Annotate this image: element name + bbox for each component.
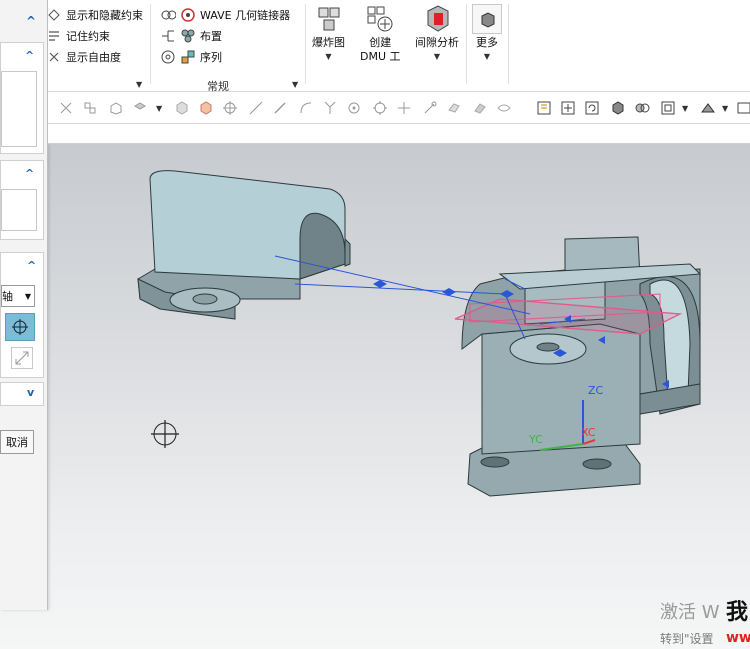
face-point-icon[interactable] xyxy=(446,100,462,116)
shaded-cube-icon[interactable] xyxy=(610,100,626,116)
assembly-scene xyxy=(137,170,702,497)
crosshair-icon[interactable] xyxy=(396,100,412,116)
activation-watermark-sub: 转到"设置 xyxy=(660,632,714,646)
clearance-analysis-dropdown-icon: ▼ xyxy=(433,52,441,61)
cancel-button[interactable]: 取消 xyxy=(0,430,34,454)
bearing-base-part xyxy=(454,236,702,497)
wave-linker-item[interactable]: WAVE 几何链接器 xyxy=(160,6,290,24)
section-view-icon[interactable] xyxy=(700,100,716,116)
ribbon-divider xyxy=(305,4,306,84)
cube-filter-icon[interactable] xyxy=(174,100,190,116)
graphics-viewport[interactable]: ZC YC XC xyxy=(0,144,750,649)
more-icon xyxy=(472,4,502,34)
arrange-item[interactable]: 布置 xyxy=(160,27,222,45)
create-dmu-label-2: DMU 工 xyxy=(360,50,401,63)
tab-strip xyxy=(0,124,750,144)
show-dof-item[interactable]: 显示自由度 xyxy=(46,48,121,66)
rotate-view-icon[interactable] xyxy=(584,100,600,116)
clearance-analysis-label: 间隙分析 xyxy=(415,36,459,49)
snap-point-icon[interactable] xyxy=(58,100,74,116)
show-dof-label: 显示自由度 xyxy=(66,51,121,64)
dof-icon xyxy=(46,49,62,65)
exploded-view-button[interactable]: 爆炸图 ▼ xyxy=(312,4,345,64)
show-hide-constraints-item[interactable]: 显示和隐藏约束 xyxy=(46,6,143,24)
remember-constraints-item[interactable]: 记住约束 xyxy=(46,27,110,45)
section-dropdown-icon[interactable]: ▼ xyxy=(722,104,728,113)
layer-icon[interactable] xyxy=(736,100,750,116)
view-dropdown-icon[interactable]: ▼ xyxy=(682,104,688,113)
create-dmu-button[interactable]: 创建 DMU 工 xyxy=(360,4,401,64)
bearing-cap-part xyxy=(137,170,351,320)
selection-toolbar: ▼ ▼ ▼ xyxy=(0,92,750,124)
component-filter-icon[interactable] xyxy=(82,100,98,116)
zoom-window-icon[interactable] xyxy=(660,100,676,116)
zc-axis-label: ZC xyxy=(588,384,604,397)
constraint-visibility-icon xyxy=(46,7,62,23)
point-target-icon[interactable] xyxy=(222,100,238,116)
wave-geometry-icon xyxy=(180,7,196,23)
wave-linker-icon xyxy=(160,7,176,23)
exploded-view-icon xyxy=(314,4,344,34)
ribbon-divider xyxy=(150,4,151,84)
line-icon[interactable] xyxy=(248,100,264,116)
remember-constraints-label: 记住约束 xyxy=(66,30,110,43)
line-diagonal-icon[interactable] xyxy=(272,100,288,116)
more-dropdown-icon: ▼ xyxy=(483,52,491,61)
constraint-dialog xyxy=(0,144,48,610)
more-label: 更多 xyxy=(476,36,498,49)
quadrant-point-icon[interactable] xyxy=(372,100,388,116)
brand-watermark: 我 xyxy=(726,600,749,625)
face-filter-icon[interactable] xyxy=(132,100,148,116)
ribbon-divider xyxy=(466,4,467,84)
circle-point-icon[interactable] xyxy=(346,100,362,116)
arrange-icon xyxy=(180,28,196,44)
arrange-left-icon xyxy=(160,28,176,44)
eye-icon[interactable] xyxy=(496,100,512,116)
render-style-icon[interactable] xyxy=(634,100,650,116)
filter-dropdown-icon[interactable]: ▼ xyxy=(156,104,162,113)
ribbon-divider xyxy=(508,4,509,84)
xc-axis-label: XC xyxy=(581,426,596,439)
surface-point-icon[interactable] xyxy=(472,100,488,116)
brand-watermark-url: ww xyxy=(726,630,750,646)
view-window-icon[interactable] xyxy=(536,100,552,116)
show-hide-constraints-label: 显示和隐藏约束 xyxy=(66,9,143,22)
clearance-analysis-button[interactable]: 间隙分析 ▼ xyxy=(415,4,459,64)
group2-dropdown-icon[interactable]: ▼ xyxy=(292,80,298,89)
exploded-view-dropdown-icon: ▼ xyxy=(325,52,332,61)
sequence-icon xyxy=(180,49,196,65)
remember-icon xyxy=(46,28,62,44)
wave-linker-label: WAVE 几何链接器 xyxy=(200,9,291,22)
clearance-analysis-icon xyxy=(422,4,452,34)
ribbon: 显示和隐藏约束 记住约束 显示自由度 ▼ WAVE 几何链接器 布置 序列 常规… xyxy=(0,0,750,93)
colored-cube-icon[interactable] xyxy=(198,100,214,116)
create-dmu-icon xyxy=(365,4,395,34)
yc-axis-label: YC xyxy=(529,433,543,446)
more-button[interactable]: 更多 ▼ xyxy=(472,4,502,64)
curve-icon[interactable] xyxy=(298,100,314,116)
tangent-icon[interactable] xyxy=(422,100,438,116)
sequence-item[interactable]: 序列 xyxy=(160,48,222,66)
sequence-label: 序列 xyxy=(200,51,222,64)
branch-icon[interactable] xyxy=(322,100,338,116)
activation-watermark: 激活 W xyxy=(660,602,720,623)
sequence-left-icon xyxy=(160,49,176,65)
body-filter-icon[interactable] xyxy=(108,100,124,116)
fit-view-icon[interactable] xyxy=(560,100,576,116)
crosshair-cursor xyxy=(151,420,179,448)
exploded-view-label: 爆炸图 xyxy=(312,36,345,49)
arrange-label: 布置 xyxy=(200,30,222,43)
group1-dropdown-icon[interactable]: ▼ xyxy=(136,80,142,89)
create-dmu-label: 创建 xyxy=(369,36,392,49)
